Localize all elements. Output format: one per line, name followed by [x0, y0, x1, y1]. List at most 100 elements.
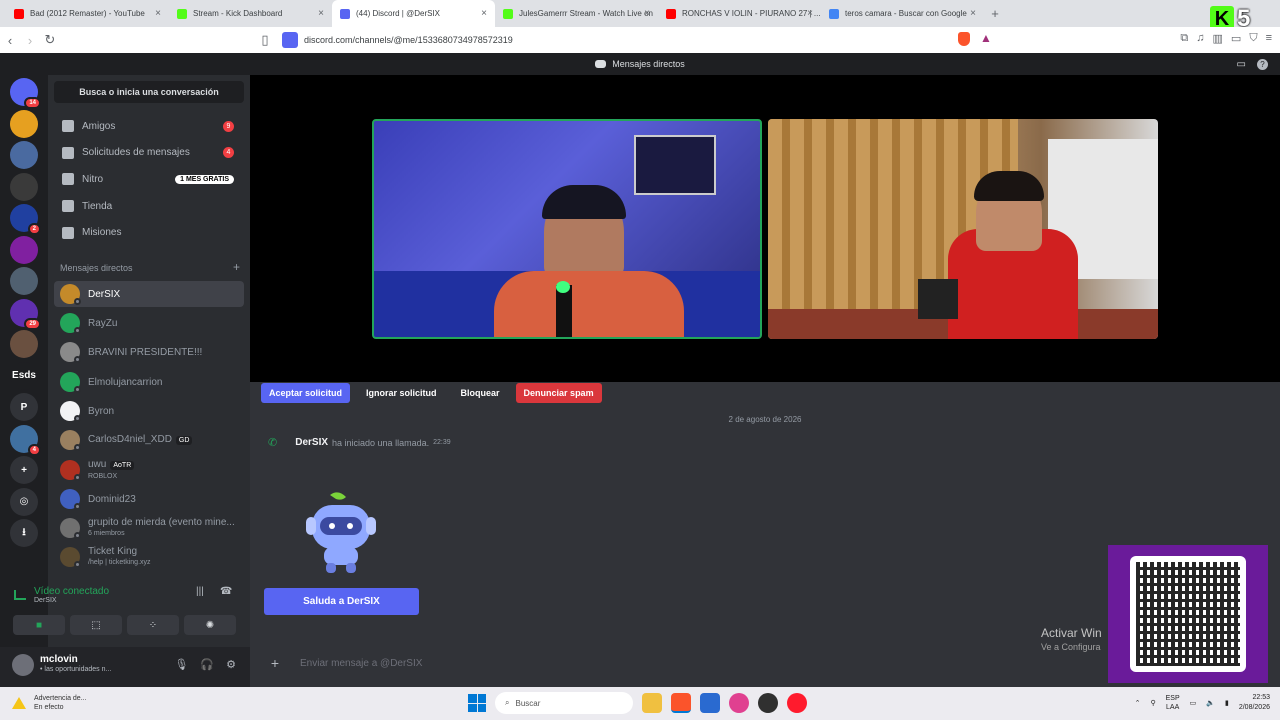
close-tab-icon[interactable]: × [970, 8, 976, 19]
file-explorer-icon[interactable] [642, 693, 662, 713]
server-icon[interactable]: Esds [10, 361, 38, 390]
camera-button[interactable]: ■ [13, 615, 65, 635]
request-action-button[interactable]: Ignorar solicitud [358, 383, 445, 403]
browser-tab[interactable]: teros camara - Buscar con Google × [821, 0, 984, 27]
browser-tab[interactable]: RONCHAS V IOLIN - PIURANO 27 | ... × [658, 0, 821, 27]
site-info-icon[interactable] [282, 32, 298, 48]
nav-item[interactable]: Nitro 1 MES GRATIS [54, 166, 244, 192]
request-action-button[interactable]: Bloquear [453, 383, 508, 403]
server-icon[interactable] [10, 235, 38, 264]
settings-gear-icon[interactable]: ⚙ [226, 658, 236, 671]
location-icon[interactable]: ⚲ [1150, 699, 1155, 707]
browser-tab[interactable]: JulesGamerrr Stream - Watch Live on × [495, 0, 658, 27]
browser-tab[interactable]: (44) Discord | @DerSIX × [332, 0, 495, 27]
request-action-button[interactable]: Aceptar solicitud [261, 383, 351, 403]
extensions-icon[interactable]: ⧉ [1180, 32, 1188, 45]
request-action-button[interactable]: Denunciar spam [515, 383, 602, 403]
create-dm-icon[interactable]: + [233, 260, 240, 274]
attach-plus-icon[interactable]: + [266, 655, 284, 671]
server-icon[interactable]: 2 [10, 204, 41, 235]
microphone-icon[interactable]: 🎙 [174, 658, 188, 671]
call-author[interactable]: DerSIX [295, 437, 328, 448]
user-avatar[interactable] [12, 654, 34, 676]
dm-item[interactable]: Dominid23 [54, 486, 244, 512]
obs-icon[interactable] [758, 693, 778, 713]
clock[interactable]: 22:53 2/08/2026 [1239, 693, 1270, 713]
video-tile-dersix[interactable] [372, 119, 762, 339]
screen-share-button[interactable]: ⬚ [70, 615, 122, 635]
quests-icon [62, 226, 74, 239]
brave-shield-icon[interactable] [958, 32, 970, 46]
server-icon[interactable]: P [10, 393, 38, 421]
close-tab-icon[interactable]: × [318, 8, 324, 19]
vpn-icon[interactable]: ⛉ [1249, 32, 1257, 45]
dm-item[interactable]: RayZu [54, 310, 244, 336]
forward-icon[interactable]: › [20, 33, 40, 48]
server-icon[interactable]: + [10, 456, 38, 484]
server-icon[interactable]: ◎ [10, 487, 38, 516]
sidebar-icon[interactable]: ▥ [1213, 32, 1223, 45]
instagram-icon[interactable] [729, 693, 749, 713]
help-icon[interactable]: ? [1257, 58, 1268, 70]
message-composer[interactable]: + Enviar mensaje a @DerSIX [258, 651, 1272, 675]
weather-warning-widget[interactable]: Advertencia de... En efecto [12, 694, 87, 712]
taskbar-search[interactable]: ⌕ Buscar [495, 692, 633, 714]
nav-item[interactable]: Amigos 9 [54, 113, 244, 139]
username[interactable]: mclovin [40, 654, 78, 665]
new-tab-icon[interactable]: + [984, 6, 1006, 21]
tray-overflow-icon[interactable]: ⌃ [1135, 699, 1141, 707]
brave-browser-icon[interactable] [671, 693, 691, 713]
activities-button[interactable]: ⁘ [127, 615, 179, 635]
signal-icon[interactable] [14, 590, 26, 600]
nav-item[interactable]: Tienda [54, 193, 244, 219]
server-icon[interactable] [10, 109, 38, 138]
server-icon[interactable] [10, 267, 38, 295]
dm-item[interactable]: Byron [54, 398, 244, 424]
server-icon[interactable]: 14 [10, 78, 41, 109]
menu-icon[interactable]: ≡ [1266, 32, 1272, 45]
server-icon[interactable] [10, 172, 38, 201]
brave-rewards-icon[interactable]: ▲ [980, 31, 992, 45]
close-tab-icon[interactable]: × [155, 8, 161, 19]
server-icon[interactable] [10, 330, 38, 358]
soundboard-button[interactable]: ✺ [184, 615, 236, 635]
search-conversation-button[interactable]: Busca o inicia una conversación [54, 81, 244, 103]
dm-item[interactable]: CarlosD4niel_XDD GD [54, 427, 244, 453]
windows-start-icon[interactable] [468, 694, 486, 712]
dm-item[interactable]: Elmolujancarrion [54, 369, 244, 395]
disconnect-icon[interactable]: ☎ [220, 586, 232, 597]
outlook-icon[interactable] [700, 693, 720, 713]
bookmark-icon[interactable]: ▯ [255, 32, 275, 48]
server-icon[interactable] [10, 141, 38, 169]
reload-icon[interactable]: ↻ [40, 32, 60, 48]
dm-item[interactable]: BRAVINI PRESIDENTE!!! [54, 339, 244, 365]
server-icon[interactable]: ⭳ [10, 519, 38, 547]
video-tile-self[interactable] [768, 119, 1158, 339]
close-tab-icon[interactable]: × [807, 8, 813, 19]
server-icon[interactable]: 29 [10, 298, 41, 330]
dm-item[interactable]: uwu AoTR ROBLOX [54, 457, 244, 483]
nav-item[interactable]: Misiones [54, 220, 244, 246]
headphones-icon[interactable]: 🎧 [200, 658, 214, 671]
opera-icon[interactable] [787, 693, 807, 713]
dm-item[interactable]: DerSIX [54, 281, 244, 307]
browser-tab[interactable]: Bad (2012 Remaster) - YouTube × [6, 0, 169, 27]
close-tab-icon[interactable]: × [644, 8, 650, 19]
server-icon[interactable]: 4 [10, 424, 41, 456]
nav-item[interactable]: Solicitudes de mensajes 4 [54, 140, 244, 166]
noise-suppression-icon[interactable]: ||| [196, 586, 204, 597]
back-icon[interactable]: ‹ [0, 33, 20, 48]
dm-item[interactable]: grupito de mierda (evento mine... 6 miemb… [54, 515, 244, 541]
close-tab-icon[interactable]: × [481, 8, 487, 19]
dm-item[interactable]: Ticket King/help | ticketking.xyz [54, 544, 244, 570]
wave-button[interactable]: Saluda a DerSIX [264, 588, 419, 615]
browser-tab[interactable]: Stream - Kick Dashboard × [169, 0, 332, 27]
media-icon[interactable]: ♫ [1196, 32, 1204, 45]
language-indicator[interactable]: ESP LAA [1166, 694, 1180, 712]
network-icon[interactable]: ▭ [1190, 699, 1197, 707]
inbox-icon[interactable]: ▭ [1237, 59, 1246, 70]
url-field[interactable]: discord.com/channels/@me/153368073497857… [282, 31, 513, 49]
wallet-icon[interactable]: ▭ [1231, 32, 1241, 45]
volume-icon[interactable]: 🔈 [1206, 699, 1215, 707]
battery-icon[interactable]: ▮ [1225, 699, 1229, 707]
